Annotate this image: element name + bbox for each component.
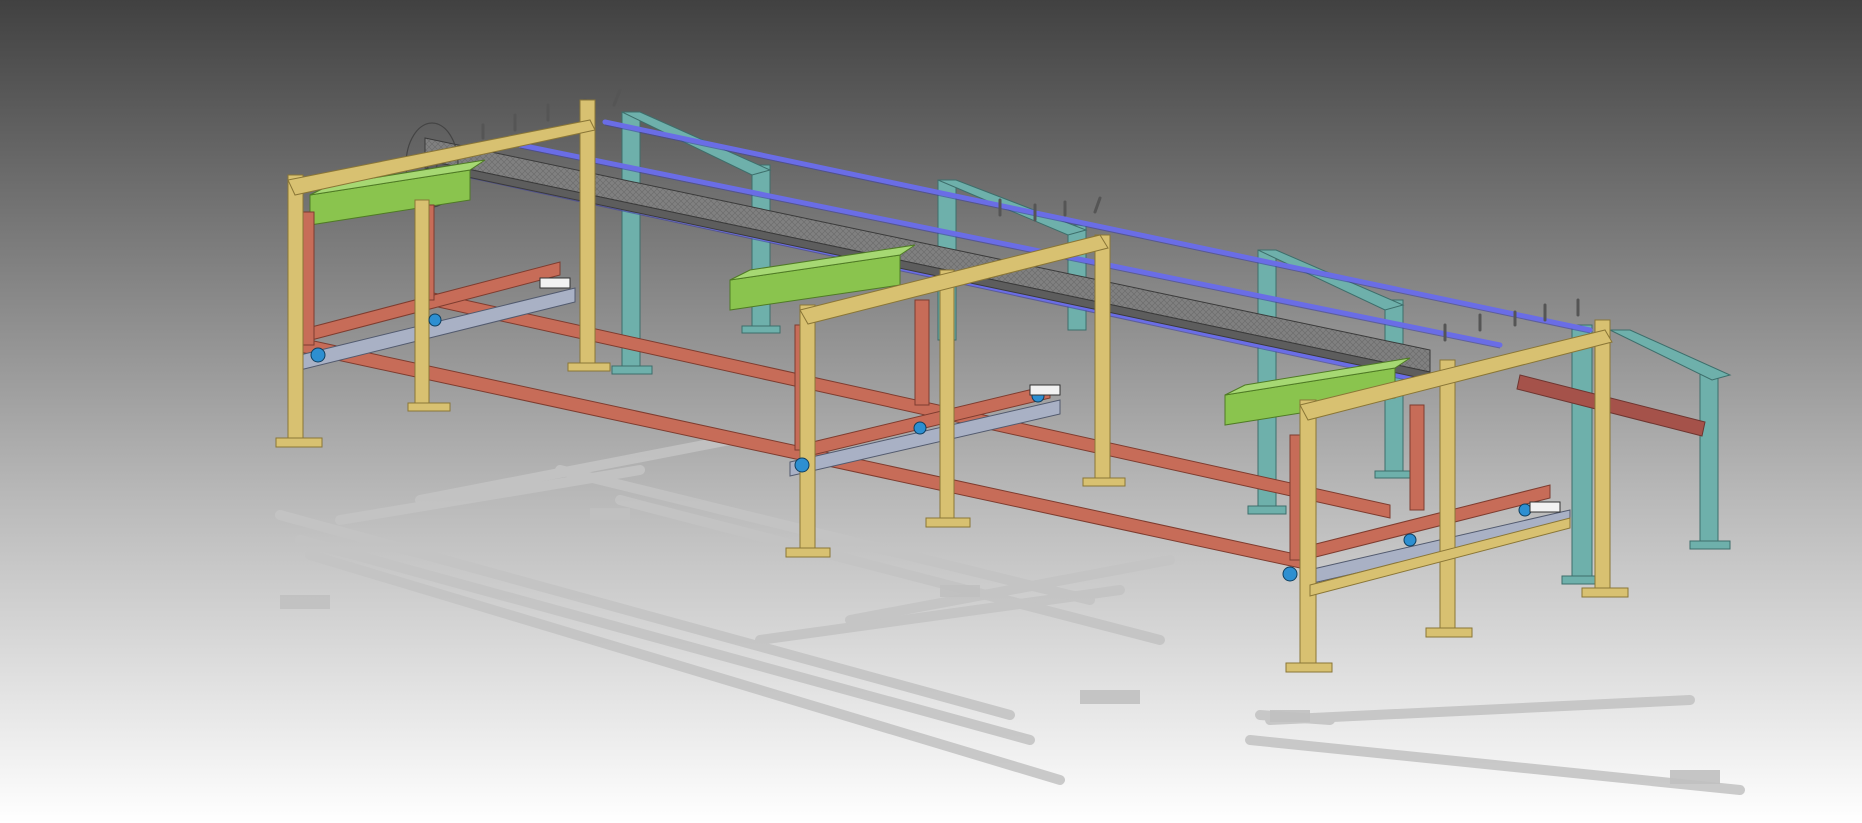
post-r-front — [1299, 399, 1317, 666]
tower-1-post-a — [621, 111, 641, 371]
tower-1-foot-b — [741, 325, 781, 334]
tower-1-foot-a — [611, 365, 653, 375]
post-r-mid — [1439, 359, 1456, 631]
frame-post-r2 — [1409, 404, 1425, 511]
post-l-mid — [414, 199, 430, 406]
post-r-back — [1594, 319, 1611, 591]
post-m-mid — [939, 269, 955, 521]
post-l-back — [579, 99, 596, 366]
post-m-back — [1094, 234, 1111, 481]
cad-viewport[interactable] — [0, 0, 1862, 823]
post-m-front — [799, 304, 816, 551]
tower-4-post-b — [1699, 369, 1719, 546]
tower-4-foot-b — [1689, 540, 1731, 550]
post-l-front — [287, 174, 304, 441]
frame-post-m2 — [914, 299, 930, 406]
tower-3-foot-b — [1374, 470, 1414, 479]
assembly-scene[interactable] — [0, 0, 1862, 823]
tower-3-foot-a — [1247, 505, 1287, 515]
tower-4-post-a — [1571, 324, 1593, 581]
